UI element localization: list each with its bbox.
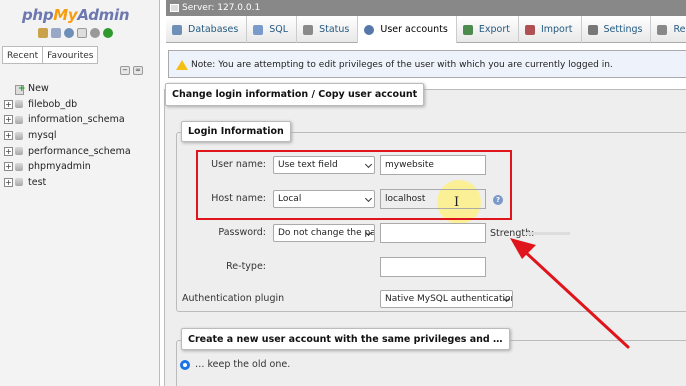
retype-label: Re-type:: [226, 261, 266, 272]
auth-plugin-label: Authentication plugin: [182, 293, 285, 304]
database-icon: [14, 177, 24, 187]
main-tabs: Databases SQL Status User accounts Expor…: [166, 16, 686, 43]
tab-user-accounts[interactable]: User accounts: [358, 16, 457, 43]
tab-sql[interactable]: SQL: [247, 16, 298, 43]
nav-tabs: Recent Favourites: [2, 46, 99, 64]
help-icon[interactable]: [64, 28, 74, 38]
copy-account-legend: Create a new user account with the same …: [181, 328, 510, 350]
exit-icon[interactable]: [51, 28, 61, 38]
tree-item-test[interactable]: + test: [4, 175, 131, 191]
server-breadcrumb[interactable]: Server: 127.0.0.1: [166, 0, 686, 16]
users-icon: [364, 24, 375, 35]
expand-icon[interactable]: +: [4, 146, 13, 156]
password-mode-select[interactable]: Do not change the pa: [273, 224, 375, 242]
server-icon: [170, 4, 179, 12]
auth-plugin-select[interactable]: Native MySQL authentication: [380, 290, 513, 308]
notice-banner: Note: You are attempting to edit privile…: [168, 50, 686, 78]
expand-icon[interactable]: +: [4, 162, 13, 172]
tree-item-filebob-db[interactable]: + filebob_db: [4, 97, 131, 113]
keep-old-radio[interactable]: [180, 360, 190, 370]
retype-input[interactable]: [380, 257, 486, 277]
password-input[interactable]: [380, 223, 486, 243]
tab-databases[interactable]: Databases: [166, 16, 248, 43]
password-strength-meter: [526, 232, 570, 235]
tab-settings[interactable]: Settings: [582, 16, 652, 43]
tree-item-performance-schema[interactable]: + performance_schema: [4, 143, 131, 159]
tab-favourites[interactable]: Favourites: [42, 46, 99, 64]
database-icon: [14, 99, 24, 109]
new-database-icon: [14, 84, 26, 95]
change-login-legend: Change login information / Copy user acc…: [165, 83, 425, 106]
tree-item-phpmyadmin[interactable]: + phpmyadmin: [4, 159, 131, 175]
expand-icon[interactable]: +: [4, 115, 13, 125]
home-icon[interactable]: [38, 28, 48, 38]
database-icon: [14, 162, 24, 172]
tab-import[interactable]: Import: [519, 16, 582, 43]
database-icon: [14, 146, 24, 156]
docs-icon[interactable]: [77, 28, 87, 38]
replica-icon: [657, 24, 668, 35]
expand-icon[interactable]: +: [4, 177, 13, 187]
databases-icon: [172, 24, 182, 35]
database-icon: [14, 131, 24, 141]
expand-icon[interactable]: +: [4, 131, 13, 141]
export-icon: [462, 24, 473, 35]
tree-item-new[interactable]: New: [4, 81, 131, 97]
collapse-all-icon[interactable]: −: [120, 66, 130, 75]
password-label: Password:: [218, 227, 266, 238]
reload-icon[interactable]: [103, 28, 113, 38]
settings-icon[interactable]: [90, 28, 100, 38]
sql-icon: [253, 24, 264, 35]
expand-icon[interactable]: +: [4, 99, 13, 109]
phpmyadmin-logo[interactable]: phpMyAdmin: [22, 6, 130, 24]
nav-icon-bar: [38, 28, 113, 38]
tab-replica[interactable]: Replica: [651, 16, 686, 43]
tab-recent[interactable]: Recent: [2, 46, 44, 64]
tree-item-information-schema[interactable]: + information_schema: [4, 112, 131, 128]
import-icon: [524, 24, 535, 35]
tab-status[interactable]: Status: [297, 16, 359, 43]
wrench-icon: [587, 24, 598, 35]
tree-item-mysql[interactable]: + mysql: [4, 128, 131, 144]
nav-collapse-controls: − ∞: [120, 66, 143, 75]
status-icon: [303, 24, 314, 35]
link-with-main-icon[interactable]: ∞: [133, 66, 143, 75]
database-tree: New + filebob_db + information_schema + …: [4, 81, 131, 190]
keep-old-label[interactable]: … keep the old one.: [195, 359, 290, 370]
database-icon: [14, 115, 24, 125]
login-information-legend: Login Information: [181, 121, 291, 142]
warning-icon: [176, 60, 188, 70]
navigation-panel: phpMyAdmin Recent Favourites − ∞ New + f…: [0, 0, 160, 386]
tab-export[interactable]: Export: [457, 16, 519, 43]
highlight-annotation-box: [196, 150, 512, 220]
